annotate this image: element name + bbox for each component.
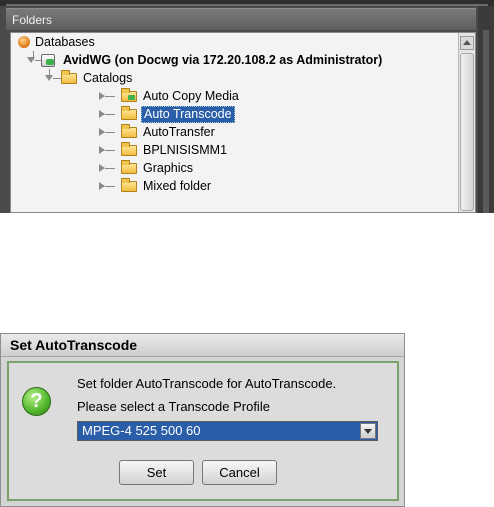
expand-toggle-icon[interactable] — [45, 75, 53, 81]
folder-icon — [121, 160, 137, 174]
transcode-profile-select[interactable]: MPEG-4 525 500 60 — [77, 421, 378, 441]
dialog-message-line-2: Please select a Transcode Profile — [77, 399, 270, 414]
folders-panel-header: Folders — [6, 8, 476, 30]
dialog-message-line-1: Set folder AutoTranscode for AutoTransco… — [77, 376, 337, 391]
database-icon — [18, 36, 30, 48]
scroll-up-icon[interactable] — [460, 36, 474, 50]
tree-connector — [105, 150, 115, 151]
tree-node-label: Graphics — [143, 161, 194, 175]
tree-node-label: Catalogs — [83, 71, 133, 85]
folder-icon — [121, 124, 137, 138]
chevron-down-icon[interactable] — [360, 423, 376, 439]
tree-node-label: BPLNISISMM1 — [143, 143, 228, 157]
tree-connector — [105, 132, 115, 133]
set-button[interactable]: Set — [119, 460, 194, 485]
folder-icon — [121, 178, 137, 192]
panel-top-border — [0, 0, 494, 6]
tree-node-label: AutoTransfer — [143, 125, 215, 139]
tree-connector — [105, 168, 115, 169]
tree-connector — [53, 78, 61, 79]
dialog-title[interactable]: Set AutoTranscode — [1, 334, 404, 357]
cancel-button[interactable]: Cancel — [202, 460, 277, 485]
set-autotranscode-dialog: Set AutoTranscode ? Set folder AutoTrans… — [0, 333, 405, 507]
question-icon: ? — [22, 387, 51, 416]
scrollbar-thumb[interactable] — [460, 53, 474, 211]
server-icon — [41, 54, 55, 67]
tree-node-label: Databases — [35, 35, 95, 49]
folder-shared-icon — [121, 88, 137, 102]
selected-profile-value: MPEG-4 525 500 60 — [82, 423, 201, 438]
tree-connector — [105, 186, 115, 187]
folder-tree[interactable]: Databases AvidWG (on Docwg via 172.20.10… — [10, 32, 476, 213]
tree-connector — [105, 96, 115, 97]
tree-node-label: Auto Copy Media — [143, 89, 239, 103]
panel-right-edge — [478, 6, 494, 213]
folders-panel: Folders Databases AvidWG (on Docwg via 1… — [0, 0, 494, 213]
tree-connector — [105, 114, 115, 115]
folder-icon — [121, 142, 137, 156]
tree-node-label: Mixed folder — [143, 179, 212, 193]
expand-toggle-icon[interactable] — [27, 57, 35, 63]
folder-icon — [121, 106, 137, 120]
folder-icon — [61, 70, 77, 84]
tree-node-label: AvidWG (on Docwg via 172.20.108.2 as Adm… — [63, 53, 383, 67]
tree-scrollbar[interactable] — [458, 33, 475, 212]
tree-node-label-selected: Auto Transcode — [141, 106, 235, 123]
dialog-body: ? Set folder AutoTranscode for AutoTrans… — [7, 361, 399, 501]
